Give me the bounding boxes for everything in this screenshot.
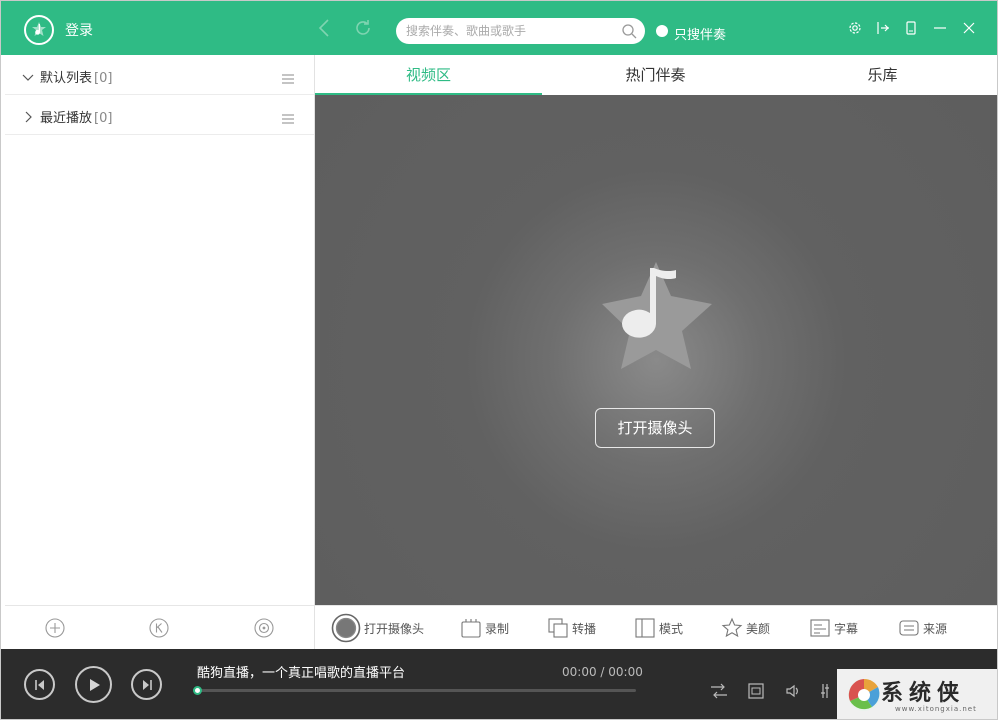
watermark-url: www.xitongxia.net	[895, 705, 977, 713]
record-icon	[461, 619, 481, 638]
toolbar-label: 模式	[659, 621, 684, 636]
next-button[interactable]	[131, 669, 162, 700]
equalizer-icon[interactable]	[818, 682, 836, 700]
title-bar: 登录 只搜伴奏	[1, 1, 997, 55]
playlist-name: 默认列表 [0]	[40, 71, 113, 86]
toolbar-label: 转播	[572, 621, 597, 636]
playlist-default[interactable]: 默认列表 [0]	[5, 55, 314, 95]
toolbar-record[interactable]: 录制	[460, 606, 509, 650]
toolbar-open-camera[interactable]: 打开摄像头	[331, 606, 424, 650]
watermark-text: 系统侠	[881, 680, 966, 706]
tab-music-library[interactable]: 乐库	[769, 55, 996, 95]
progress-bar[interactable]	[193, 686, 636, 695]
toolbar-label: 录制	[485, 621, 510, 636]
play-order-icon[interactable]	[710, 682, 728, 700]
source-icon	[899, 620, 919, 636]
volume-icon[interactable]	[784, 682, 802, 700]
search-input[interactable]	[406, 22, 616, 40]
app-window: 登录 只搜伴奏	[0, 0, 998, 720]
locate-icon[interactable]	[254, 618, 274, 638]
main-tabs: 视频区 热门伴奏 乐库	[315, 55, 997, 95]
progress-knob[interactable]	[193, 686, 202, 695]
chevron-down-icon[interactable]	[22, 68, 34, 87]
playlist-name: 最近播放 [0]	[40, 111, 113, 126]
play-icon	[89, 678, 100, 691]
tab-hot-accompaniment[interactable]: 热门伴奏	[542, 55, 769, 95]
only-accompaniment-radio[interactable]	[656, 25, 668, 37]
toolbar-source[interactable]: 来源	[898, 606, 947, 650]
play-button[interactable]	[75, 666, 112, 703]
beauty-icon	[721, 617, 743, 638]
toolbar-beauty[interactable]: 美颜	[721, 606, 770, 650]
toolbar-subtitle[interactable]: 字幕	[809, 606, 858, 650]
lyrics-icon[interactable]	[747, 682, 765, 700]
minimize-icon[interactable]	[932, 20, 948, 36]
open-camera-button[interactable]: 打开摄像头	[595, 408, 715, 448]
toolbar-mode[interactable]: 模式	[634, 606, 683, 650]
back-arrow-icon[interactable]	[313, 17, 335, 39]
now-playing-title: 酷狗直播，一个真正唱歌的直播平台	[197, 666, 406, 681]
watermark-logo-icon	[848, 678, 880, 711]
mobile-icon[interactable]	[903, 20, 919, 36]
toolbar-label: 美颜	[746, 621, 771, 636]
only-accompaniment-label[interactable]: 只搜伴奏	[674, 24, 726, 43]
next-icon	[142, 679, 152, 690]
subtitle-icon	[810, 619, 830, 637]
playlist-count: [0]	[94, 71, 113, 86]
kugou-star-music-icon	[598, 256, 716, 376]
rebroadcast-icon	[548, 618, 568, 638]
playlist-count: [0]	[94, 111, 113, 126]
watermark: 系统侠 www.xitongxia.net	[837, 669, 997, 719]
video-toolbar: 打开摄像头 录制 转播 模式 美颜 字幕 来源	[315, 605, 997, 649]
toolbar-label: 来源	[923, 621, 948, 636]
search-icon[interactable]	[621, 23, 637, 43]
camera-icon	[331, 613, 361, 643]
mode-icon	[635, 618, 655, 638]
k-song-icon[interactable]	[149, 618, 169, 638]
mini-mode-icon[interactable]	[875, 20, 891, 36]
add-playlist-icon[interactable]	[45, 618, 65, 638]
sidebar-footer	[5, 605, 314, 649]
refresh-icon[interactable]	[352, 17, 374, 39]
playlist-recent[interactable]: 最近播放 [0]	[5, 95, 314, 135]
login-link[interactable]: 登录	[65, 20, 93, 40]
toolbar-label: 打开摄像头	[364, 621, 425, 636]
playlist-menu-icon[interactable]	[282, 69, 294, 88]
close-icon[interactable]	[961, 20, 977, 36]
tab-video-area[interactable]: 视频区	[315, 55, 542, 95]
play-time: 00:00 / 00:00	[562, 665, 643, 679]
playlist-sidebar: 默认列表 [0] 最近播放 [0]	[5, 55, 315, 649]
playlist-menu-icon[interactable]	[282, 109, 294, 128]
search-box	[396, 18, 645, 44]
previous-icon	[34, 679, 44, 690]
app-logo-icon[interactable]	[24, 15, 54, 45]
toolbar-label: 字幕	[834, 621, 859, 636]
video-area: 打开摄像头	[315, 95, 997, 605]
chevron-right-icon[interactable]	[22, 108, 34, 127]
previous-button[interactable]	[24, 669, 55, 700]
settings-gear-icon[interactable]	[847, 20, 863, 36]
toolbar-rebroadcast[interactable]: 转播	[547, 606, 596, 650]
